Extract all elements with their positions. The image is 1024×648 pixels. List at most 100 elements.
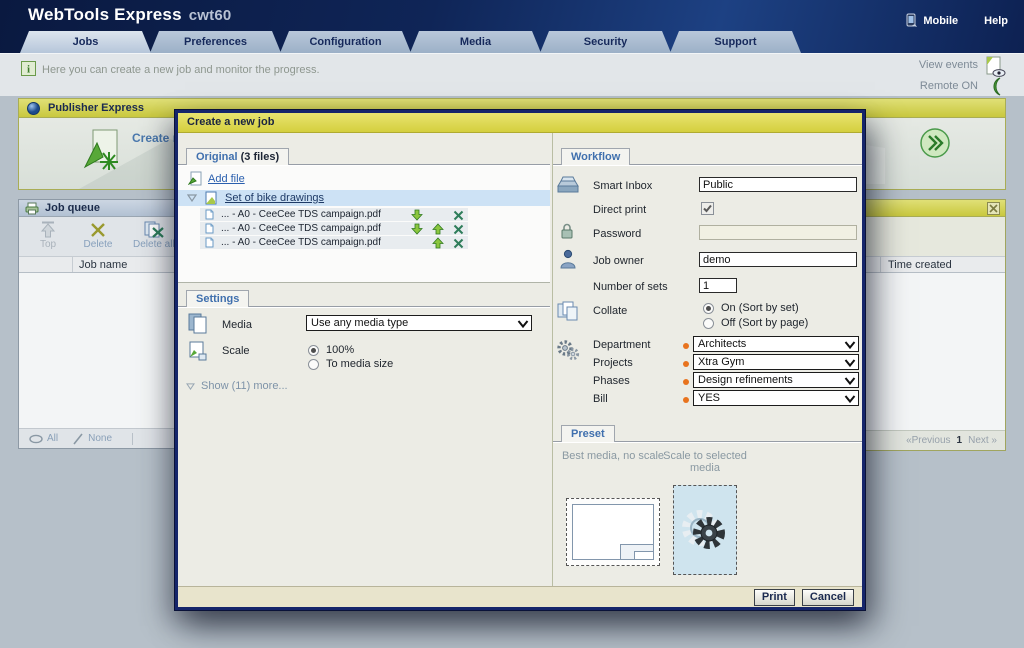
file-group-row[interactable]: Set of bike drawings bbox=[178, 190, 550, 206]
phases-select[interactable]: Design refinements bbox=[693, 372, 859, 388]
gears-image bbox=[674, 486, 736, 574]
media-select[interactable]: Use any media type bbox=[306, 315, 532, 331]
radio-selected[interactable] bbox=[308, 345, 319, 356]
chevron-down-icon bbox=[844, 376, 856, 386]
phases-label: Phases bbox=[593, 375, 630, 387]
tab-configuration[interactable]: Configuration bbox=[280, 31, 411, 53]
original-tab[interactable]: Original (3 files) bbox=[186, 148, 289, 165]
number-of-sets-input[interactable] bbox=[699, 278, 737, 293]
expand-triangle-icon bbox=[186, 383, 195, 390]
workflow-tab[interactable]: Workflow bbox=[561, 148, 630, 165]
job-owner-input[interactable] bbox=[699, 252, 857, 267]
delete-button[interactable]: Delete bbox=[83, 220, 113, 250]
app-title-text: WebTools Express bbox=[28, 5, 182, 24]
help-link[interactable]: Help bbox=[984, 15, 1008, 27]
radio-unselected[interactable] bbox=[703, 318, 714, 329]
tab-security[interactable]: Security bbox=[540, 31, 671, 53]
file-row[interactable]: ... - A0 - CeeCee TDS campaign.pdf bbox=[200, 222, 468, 235]
add-file-button[interactable]: Add file bbox=[188, 171, 245, 186]
settings-tab[interactable]: Settings bbox=[186, 290, 249, 307]
collate-off-radio[interactable]: Off (Sort by page) bbox=[703, 317, 808, 329]
show-more-link[interactable]: Show (11) more... bbox=[186, 380, 288, 392]
current-page-number: 1 bbox=[957, 435, 963, 446]
radio-unselected[interactable] bbox=[308, 359, 319, 370]
original-section: Original (3 files) bbox=[178, 148, 550, 166]
job-name-column-header: Job name bbox=[73, 259, 127, 271]
app-header: WebTools Expresscwt60 Mobile Help Jobs P… bbox=[0, 0, 1024, 53]
move-down-icon[interactable] bbox=[411, 209, 423, 221]
lock-icon bbox=[560, 223, 574, 240]
dialog-left-column: Original (3 files) Add file bbox=[178, 133, 550, 586]
tab-support[interactable]: Support bbox=[670, 31, 801, 53]
remote-status[interactable]: Remote ON bbox=[920, 80, 978, 92]
move-up-icon[interactable] bbox=[432, 223, 444, 235]
file-row[interactable]: ... - A0 - CeeCee TDS campaign.pdf bbox=[200, 208, 468, 221]
department-select[interactable]: Architects bbox=[693, 336, 859, 352]
required-indicator bbox=[683, 397, 689, 403]
tab-preferences[interactable]: Preferences bbox=[150, 31, 281, 53]
go-create-job-icon[interactable] bbox=[919, 127, 951, 159]
collapse-triangle-icon[interactable] bbox=[187, 194, 197, 202]
scale-to-media-radio[interactable]: To media size bbox=[308, 358, 393, 370]
remove-file-icon[interactable] bbox=[453, 238, 464, 249]
file-group-name[interactable]: Set of bike drawings bbox=[225, 192, 324, 204]
preset-option-label: Scale to selected media bbox=[653, 450, 757, 474]
media-label: Media bbox=[222, 319, 252, 331]
create-new-job-icon[interactable] bbox=[81, 127, 123, 171]
tab-jobs[interactable]: Jobs bbox=[20, 31, 151, 53]
smart-inbox-input[interactable] bbox=[699, 177, 857, 192]
file-icon bbox=[205, 223, 214, 234]
cancel-button[interactable]: Cancel bbox=[802, 589, 854, 606]
department-label: Department bbox=[593, 339, 650, 351]
remove-file-icon[interactable] bbox=[453, 224, 464, 235]
footer-divider bbox=[132, 433, 133, 445]
view-events-link[interactable]: View events bbox=[919, 59, 978, 71]
required-indicator bbox=[683, 343, 689, 349]
close-panel-icon[interactable] bbox=[987, 202, 1000, 215]
add-file-icon bbox=[188, 171, 202, 186]
bill-select[interactable]: YES bbox=[693, 390, 859, 406]
file-name: ... - A0 - CeeCee TDS campaign.pdf bbox=[221, 209, 381, 220]
remove-file-icon[interactable] bbox=[453, 210, 464, 221]
direct-print-label: Direct print bbox=[593, 204, 646, 216]
smart-inbox-label: Smart Inbox bbox=[593, 180, 652, 192]
selection-column-header bbox=[19, 257, 73, 272]
select-all-button[interactable]: All bbox=[29, 433, 58, 444]
collate-on-radio[interactable]: On (Sort by set) bbox=[703, 302, 799, 314]
remote-on-icon bbox=[988, 77, 1002, 96]
preset-scale-thumbnail[interactable] bbox=[673, 485, 737, 575]
password-label: Password bbox=[593, 228, 641, 240]
print-button[interactable]: Print bbox=[754, 589, 795, 606]
file-name: ... - A0 - CeeCee TDS campaign.pdf bbox=[221, 223, 381, 234]
next-page-link[interactable]: Next » bbox=[968, 435, 997, 446]
svg-text:i: i bbox=[27, 64, 30, 76]
accounting-gears-icon bbox=[556, 339, 580, 361]
mobile-link[interactable]: Mobile bbox=[905, 13, 958, 28]
file-row[interactable]: ... - A0 - CeeCee TDS campaign.pdf bbox=[200, 236, 468, 249]
projects-select[interactable]: Xtra Gym bbox=[693, 354, 859, 370]
delete-all-button[interactable]: Delete all bbox=[133, 220, 175, 250]
radio-selected[interactable] bbox=[703, 303, 714, 314]
scale-100-radio[interactable]: 100% bbox=[308, 344, 354, 356]
view-events-icon[interactable] bbox=[984, 56, 1006, 78]
projects-label: Projects bbox=[593, 357, 633, 369]
webtools-express-page: { "app": { "title": "WebTools Express", … bbox=[0, 0, 1024, 648]
previous-page-link[interactable]: «Previous bbox=[906, 435, 950, 446]
preset-best-media-thumbnail[interactable] bbox=[566, 498, 660, 566]
scale-label: Scale bbox=[222, 345, 250, 357]
collate-label: Collate bbox=[593, 305, 627, 317]
tab-media[interactable]: Media bbox=[410, 31, 541, 53]
number-of-sets-label: Number of sets bbox=[593, 281, 668, 293]
smart-inbox-icon bbox=[557, 175, 579, 194]
preset-tab[interactable]: Preset bbox=[561, 425, 615, 442]
direct-print-checkbox[interactable] bbox=[701, 202, 714, 215]
top-button[interactable]: Top bbox=[33, 220, 63, 250]
move-down-icon[interactable] bbox=[411, 223, 423, 235]
workflow-section: Workflow bbox=[553, 148, 862, 166]
select-none-button[interactable]: None bbox=[72, 433, 112, 445]
password-input bbox=[699, 225, 857, 240]
job-queue-title: Job queue bbox=[45, 202, 100, 214]
preset-section: Preset bbox=[553, 425, 862, 443]
mobile-icon bbox=[905, 13, 918, 28]
move-up-icon[interactable] bbox=[432, 237, 444, 249]
